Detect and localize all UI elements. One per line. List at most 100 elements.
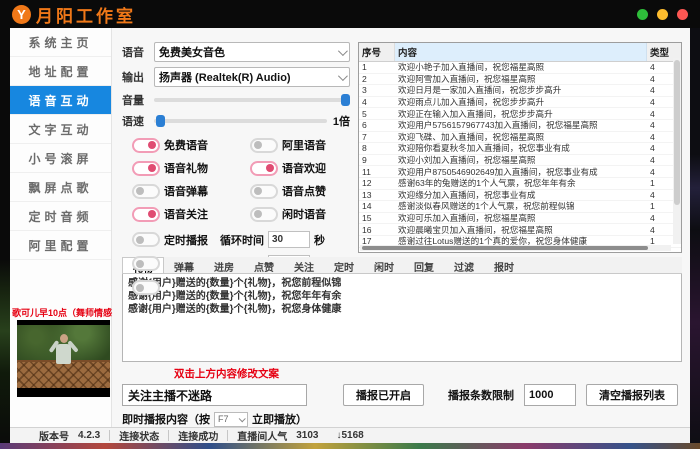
timed-broadcast-interval-input[interactable] xyxy=(268,231,310,248)
popularity-label: 直播间人气 xyxy=(228,428,296,443)
app-title: 月阳工作室 xyxy=(36,2,136,27)
header-content[interactable]: 内容 xyxy=(395,43,647,61)
table-row[interactable]: 13欢迎缘分加入直播间，祝您事业有成4 xyxy=(359,190,681,202)
timed-clock-toggle[interactable] xyxy=(132,256,160,271)
voice-like-toggle[interactable] xyxy=(250,184,278,199)
header-seq[interactable]: 序号 xyxy=(359,43,395,61)
output-device-select[interactable]: 扬声器 (Realtek(R) Audio) xyxy=(154,67,350,87)
tab-3[interactable]: 点赞 xyxy=(244,257,284,273)
app-logo-icon: Y xyxy=(12,5,31,24)
broadcast-limit-label: 播报条数限制 xyxy=(448,387,514,403)
popularity-delta: ↓5168 xyxy=(328,430,373,441)
hotkey-select[interactable]: F7 xyxy=(214,412,248,427)
window-titlebar: Y 月阳工作室 xyxy=(0,0,700,28)
voice-welcome-toggle[interactable] xyxy=(250,161,278,176)
timed-broadcast-toggle[interactable] xyxy=(132,232,160,247)
table-vertical-scrollbar[interactable] xyxy=(673,58,681,244)
tab-7[interactable]: 回复 xyxy=(404,257,444,273)
connection-status-label: 连接状态 xyxy=(110,428,168,443)
voice-label: 语音 xyxy=(122,44,154,60)
maximize-button[interactable] xyxy=(657,9,668,20)
instant-broadcast-input[interactable] xyxy=(122,384,307,406)
voice-danmu-toggle[interactable] xyxy=(132,184,160,199)
table-row[interactable]: 1欢迎小艳子加入直播间，祝您福星高照4 xyxy=(359,62,681,74)
status-bar: 版本号 4.2.3 连接状态 连接成功 直播间人气 3103 ↓5168 xyxy=(10,427,690,443)
tab-4[interactable]: 关注 xyxy=(284,257,324,273)
broadcast-start-button[interactable]: 播报已开启 xyxy=(343,384,424,406)
minimize-button[interactable] xyxy=(637,9,648,20)
sidebar-item-ali-config[interactable]: 阿里配置 xyxy=(10,231,111,260)
voice-gift-toggle[interactable] xyxy=(132,161,160,176)
sidebar-item-text-interaction[interactable]: 文字互动 xyxy=(10,115,111,144)
instant-play-row: 即时播报内容（按 F7 立即播放） xyxy=(122,411,682,427)
speed-slider[interactable] xyxy=(154,114,327,128)
table-row[interactable]: 3欢迎日月是一家加入直播间，祝您步步高升4 xyxy=(359,85,681,97)
sidebar: 系统主页 地址配置 语音互动 文字互动 小号滚屏 飘屏点歌 定时音频 阿里配置 … xyxy=(10,28,112,427)
connection-status-value: 连接成功 xyxy=(169,428,227,443)
table-row[interactable]: 8欢迎陪你看夏秋冬加入直播间，祝您事业有成4 xyxy=(359,143,681,155)
table-row[interactable]: 11欢迎用户8750546902649加入直播间，祝您事业有成4 xyxy=(359,166,681,178)
edit-hint-text: 双击上方内容修改文案 xyxy=(174,366,682,381)
sidebar-item-alt-scroll[interactable]: 小号滚屏 xyxy=(10,144,111,173)
voice-toggle-grid: 免费语音 阿里语音 语音礼物 语音欢迎 语音弹幕 语音点赞 语音关注 闲时语音 xyxy=(132,137,350,222)
table-row[interactable]: 12感谢63年的兔赠送的1个人气票，祝您年年有余1 xyxy=(359,178,681,190)
volume-slider[interactable] xyxy=(154,93,350,107)
template-line: 感谢{用户}赠送的{数量}个{礼物}，祝您前程似锦 xyxy=(128,277,676,290)
voice-select[interactable]: 免费美女音色 xyxy=(154,42,350,62)
idle-voice-toggle[interactable] xyxy=(250,207,278,222)
ali-voice-toggle[interactable] xyxy=(250,138,278,153)
tab-1[interactable]: 弹幕 xyxy=(164,257,204,273)
tab-9[interactable]: 报时 xyxy=(484,257,524,273)
tab-5[interactable]: 定时 xyxy=(324,257,364,273)
desktop-wallpaper-strip xyxy=(0,443,700,449)
table-horizontal-scrollbar[interactable] xyxy=(360,245,671,251)
thumbnail-person xyxy=(55,334,72,376)
close-button[interactable] xyxy=(677,9,688,20)
broadcast-actions-row: 播报已开启 播报条数限制 清空播报列表 xyxy=(122,384,682,406)
template-line: 感谢{用户}赠送的{数量}个{礼物}，祝您身体健康 xyxy=(128,303,676,316)
speed-slider-thumb[interactable] xyxy=(156,115,165,127)
speed-label: 语速 xyxy=(122,113,154,129)
thumbnail-letterbox-top xyxy=(17,320,110,325)
desktop: Y 月阳工作室 系统主页 地址配置 语音互动 文字互动 小号滚屏 飘屏点歌 定时… xyxy=(0,0,700,449)
table-row[interactable]: 14感谢淡似春风赠送的1个人气票，祝您前程似锦1 xyxy=(359,201,681,213)
sidebar-item-voice-interaction[interactable]: 语音互动 xyxy=(10,86,111,115)
sidebar-item-address-config[interactable]: 地址配置 xyxy=(10,57,111,86)
table-row[interactable]: 2欢迎阿雪加入直播间，祝您福星高照4 xyxy=(359,74,681,86)
thumbnail-letterbox-bottom xyxy=(17,388,110,397)
popularity-value: 3103 xyxy=(296,430,327,441)
broadcast-message-table: 序号 内容 类型 1欢迎小艳子加入直播间，祝您福星高照42欢迎阿雪加入直播间，祝… xyxy=(358,42,682,253)
table-row[interactable]: 16欢迎晨曦宝贝加入直播间，祝您福星高照4 xyxy=(359,224,681,236)
tab-2[interactable]: 进房 xyxy=(204,257,244,273)
broadcast-limit-input[interactable] xyxy=(524,384,576,406)
stream-title-overlay: 歌可儿早10点（舞师情感小 xyxy=(12,306,112,319)
timed-audio-toggle[interactable] xyxy=(132,280,160,295)
free-voice-toggle[interactable] xyxy=(132,138,160,153)
desktop-right-edge xyxy=(690,28,700,449)
volume-slider-thumb[interactable] xyxy=(341,94,350,106)
table-row[interactable]: 15欢迎可乐加入直播间，祝您福星高照4 xyxy=(359,213,681,225)
live-preview-thumbnail[interactable] xyxy=(17,320,110,397)
output-label: 输出 xyxy=(122,69,154,85)
sidebar-item-float-song[interactable]: 飘屏点歌 xyxy=(10,173,111,202)
voice-controls: 语音 免费美女音色 输出 扬声器 (Realtek(R) Audio) xyxy=(122,42,358,250)
chevron-down-icon xyxy=(338,71,348,81)
sidebar-item-system-home[interactable]: 系统主页 xyxy=(10,28,111,57)
sidebar-item-timed-audio[interactable]: 定时音频 xyxy=(10,202,111,231)
template-tabs: 礼物弹幕进房点赞关注定时闲时回复过滤报时 xyxy=(122,257,682,274)
table-row[interactable]: 6欢迎用户5756157967743加入直播间，祝您福星高照4 xyxy=(359,120,681,132)
speed-value: 1倍 xyxy=(333,113,350,129)
table-row[interactable]: 7欢迎飞碟、加入直播间，祝您福星高照4 xyxy=(359,132,681,144)
table-row[interactable]: 4欢迎雨点儿加入直播间，祝您步步高升4 xyxy=(359,97,681,109)
table-body: 1欢迎小艳子加入直播间，祝您福星高照42欢迎阿雪加入直播间，祝您福星高照43欢迎… xyxy=(359,62,681,252)
voice-follow-toggle[interactable] xyxy=(132,207,160,222)
clear-broadcast-list-button[interactable]: 清空播报列表 xyxy=(586,384,678,406)
table-row[interactable]: 9欢迎小刘加入直播间，祝您福星高照4 xyxy=(359,155,681,167)
table-header: 序号 内容 类型 xyxy=(359,43,681,62)
table-row[interactable]: 5欢迎正在输入加入直播间，祝您步步高升4 xyxy=(359,108,681,120)
voice-interaction-panel: 语音 免费美女音色 输出 扬声器 (Realtek(R) Audio) xyxy=(112,28,690,427)
template-textarea[interactable]: 感谢{用户}赠送的{数量}个{礼物}，祝您前程似锦 感谢{用户}赠送的{数量}个… xyxy=(122,274,682,362)
tab-6[interactable]: 闲时 xyxy=(364,257,404,273)
tab-8[interactable]: 过滤 xyxy=(444,257,484,273)
desktop-left-edge xyxy=(0,28,10,449)
